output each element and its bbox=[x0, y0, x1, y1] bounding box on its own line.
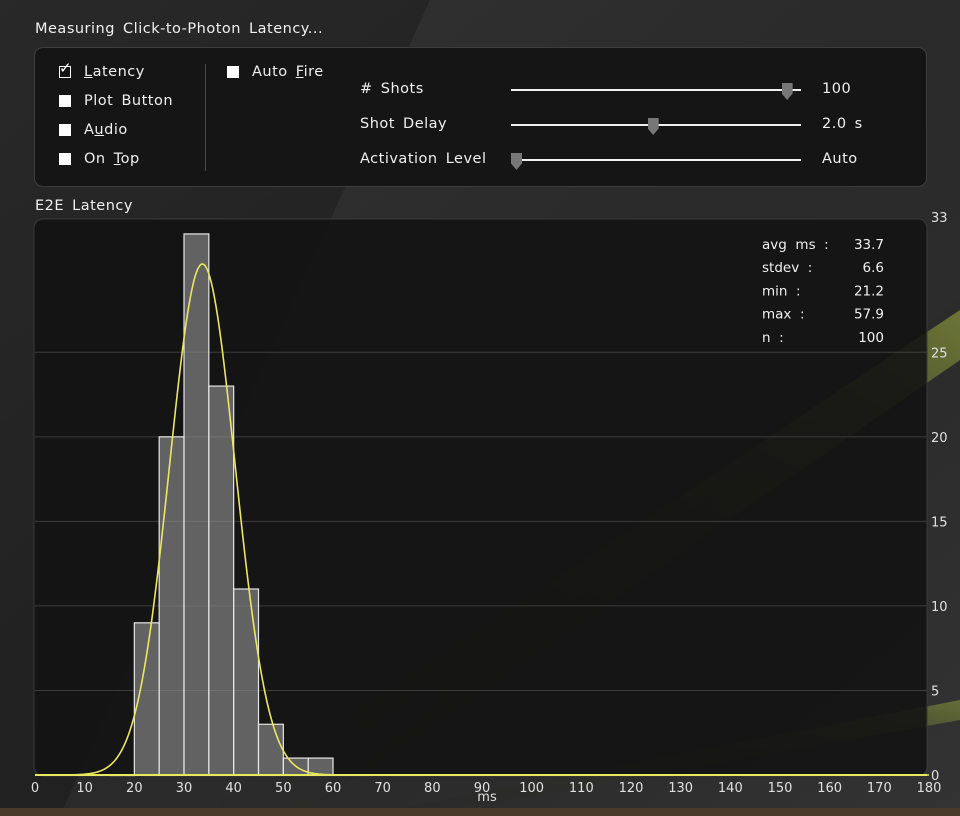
x-tick-label: 0 bbox=[31, 781, 39, 796]
stat-value: 6.6 bbox=[863, 260, 884, 276]
latency-histogram: 051015202533 0 10 20 30 40 50 60 70 80 90 100 110 12… bbox=[31, 211, 948, 805]
histogram-bar bbox=[208, 385, 235, 776]
x-tick-label: 110 bbox=[569, 781, 594, 796]
x-tick-label: 130 bbox=[668, 781, 693, 796]
y-tick-label: 5 bbox=[931, 684, 939, 699]
x-tick-label: 20 bbox=[126, 781, 143, 796]
stat-label: stdev : bbox=[762, 260, 812, 276]
x-tick-label: 170 bbox=[867, 781, 892, 796]
x-tick-label: 40 bbox=[225, 781, 242, 796]
x-tick-label: 70 bbox=[374, 781, 391, 796]
y-tick-label: 25 bbox=[931, 346, 948, 361]
x-tick-label: 30 bbox=[176, 781, 193, 796]
histogram-bar bbox=[257, 723, 284, 776]
histogram-bar bbox=[233, 588, 260, 776]
y-tick-label: 15 bbox=[931, 515, 948, 530]
x-tick-label: 60 bbox=[325, 781, 342, 796]
stat-label: avg ms : bbox=[762, 237, 829, 253]
stat-value: 21.2 bbox=[854, 283, 884, 299]
stat-value: 57.9 bbox=[854, 307, 884, 323]
x-tick-label: 180 bbox=[917, 781, 942, 796]
x-tick-label: 10 bbox=[76, 781, 93, 796]
stat-label: max : bbox=[762, 307, 805, 323]
x-tick-label: 140 bbox=[718, 781, 743, 796]
y-tick-label: 20 bbox=[931, 431, 948, 446]
x-tick-label: 150 bbox=[768, 781, 793, 796]
stat-value: 100 bbox=[858, 330, 884, 346]
x-tick-label: 100 bbox=[519, 781, 544, 796]
x-tick-label: 80 bbox=[424, 781, 441, 796]
stat-label: min : bbox=[762, 283, 801, 299]
histogram-bar bbox=[158, 436, 185, 776]
x-axis-label: ms bbox=[477, 790, 497, 805]
x-tick-label: 120 bbox=[619, 781, 644, 796]
stat-label: n : bbox=[762, 330, 784, 346]
stat-value: 33.7 bbox=[854, 237, 884, 253]
x-tick-label: 160 bbox=[817, 781, 842, 796]
y-tick-label: 33 bbox=[931, 211, 948, 226]
y-tick-label: 10 bbox=[931, 600, 948, 615]
x-tick-label: 50 bbox=[275, 781, 292, 796]
